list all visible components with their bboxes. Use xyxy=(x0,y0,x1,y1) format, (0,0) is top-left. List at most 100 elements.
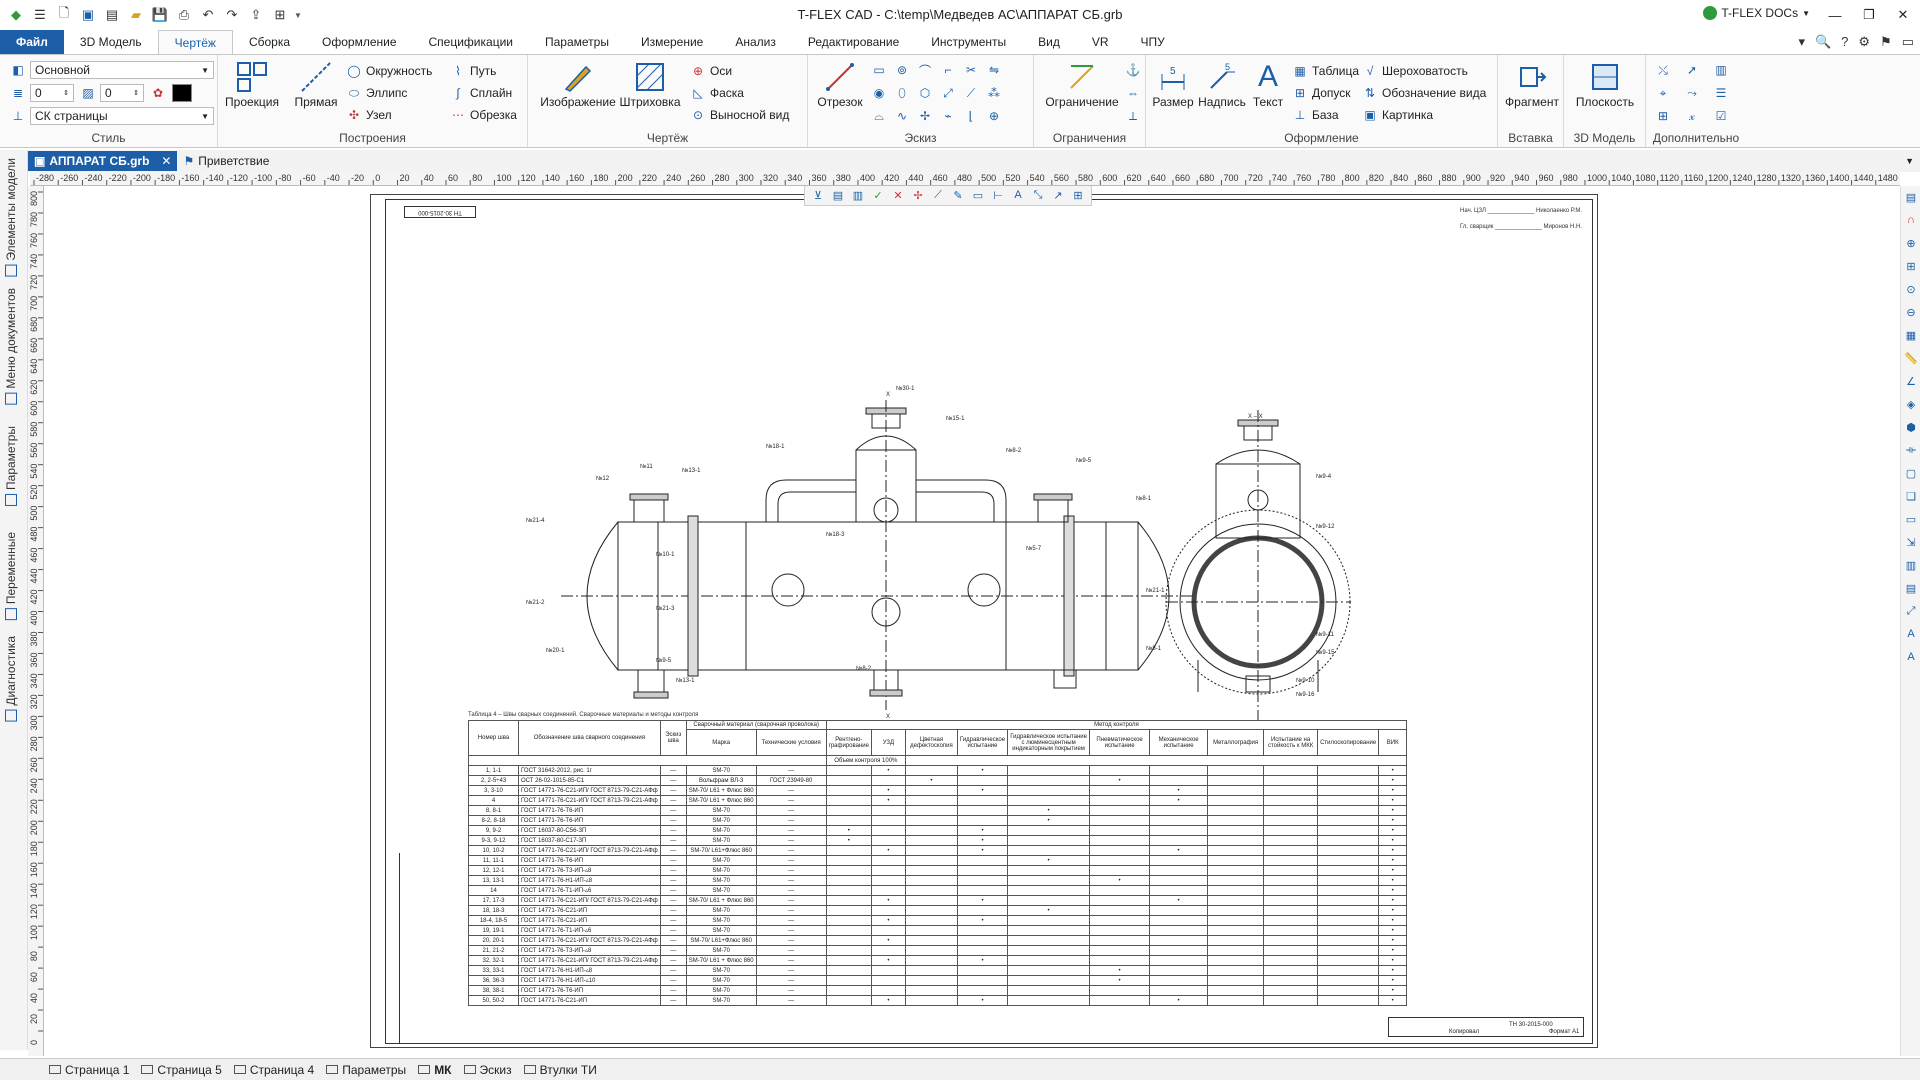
panel-tab-diagnostics[interactable]: Диагностика xyxy=(4,636,18,722)
settings-icon[interactable]: ⚙ xyxy=(1858,34,1870,50)
group-icon[interactable]: ⊞ xyxy=(1071,189,1085,202)
pen-icon[interactable]: ✎ xyxy=(951,189,965,202)
ribbon-options-icon[interactable]: ▾ xyxy=(1798,34,1805,50)
constraint-button[interactable]: Ограничение xyxy=(1040,59,1124,109)
measure-ruler-icon[interactable]: 📏 xyxy=(1902,352,1920,370)
cancel-icon[interactable]: ✕ xyxy=(891,189,905,202)
coord-system-combo[interactable]: СК страницы ▼ xyxy=(30,107,214,125)
line-button[interactable]: Прямая xyxy=(292,59,340,109)
tab-tools[interactable]: Инструменты xyxy=(915,30,1022,54)
align-icon[interactable]: ⟛ xyxy=(1902,444,1920,462)
calc-icon[interactable]: ▥ xyxy=(1712,61,1730,79)
window-icon[interactable]: ▤ xyxy=(102,5,122,25)
copy-icon[interactable]: ❏ xyxy=(1902,490,1920,508)
list-select-icon[interactable]: ▥ xyxy=(851,189,865,202)
zoom-all-icon[interactable]: ⊙ xyxy=(1902,283,1920,301)
doc-icon[interactable]: ▤ xyxy=(1902,582,1920,600)
polygon-icon[interactable]: ⬡ xyxy=(916,84,934,102)
page-tab[interactable]: Параметры xyxy=(321,1061,411,1079)
help-icon[interactable]: ? xyxy=(1841,34,1848,50)
grid-icon[interactable]: ⊞ xyxy=(1654,107,1672,125)
transform-view-icon[interactable]: ⤢ xyxy=(1902,605,1920,623)
hatch-button[interactable]: Штриховка xyxy=(620,59,681,109)
fragment-button[interactable]: Фрагмент xyxy=(1504,59,1560,109)
tab-vr[interactable]: VR xyxy=(1076,30,1125,54)
tab-cnc[interactable]: ЧПУ xyxy=(1125,30,1181,54)
circle-center-icon[interactable]: ⊚ xyxy=(893,61,911,79)
ellipse-sketch-icon[interactable]: ⬯ xyxy=(893,84,911,102)
font-icon[interactable]: A xyxy=(1902,651,1920,669)
roughness-button[interactable]: √ Шероховатость xyxy=(1362,63,1468,79)
undo-icon[interactable]: ↶ xyxy=(198,5,218,25)
tab-file[interactable]: Файл xyxy=(0,30,64,54)
page-tab[interactable]: Страница 5 xyxy=(136,1061,226,1079)
detail-view-button[interactable]: ⊙ Выносной вид xyxy=(690,107,789,123)
doc-tab-welcome[interactable]: ⚑ Приветствие xyxy=(177,151,275,171)
extend-icon[interactable]: ⤢ xyxy=(939,84,957,102)
color-palette-icon[interactable]: ✿ xyxy=(150,85,166,101)
filter-icon[interactable]: ⌖ xyxy=(1654,84,1672,102)
panel-tab-parameters[interactable]: Параметры xyxy=(4,426,18,506)
page-tab-active[interactable]: МК xyxy=(413,1061,456,1079)
mirror-icon[interactable]: ⇋ xyxy=(985,61,1003,79)
panel-tab-documents[interactable]: Меню документов xyxy=(4,288,18,405)
grid-toggle-icon[interactable]: ▦ xyxy=(1902,329,1920,347)
snap-node-icon[interactable]: ✢ xyxy=(911,189,925,202)
select-all-icon[interactable]: ▤ xyxy=(831,189,845,202)
page-tab[interactable]: Втулки ТИ xyxy=(519,1061,602,1079)
ellipse-button[interactable]: ⬭ Эллипс xyxy=(346,85,408,101)
flag-icon[interactable]: ⚑ xyxy=(1880,34,1892,50)
tab-design[interactable]: Оформление xyxy=(306,30,412,54)
restore-button[interactable]: ❐ xyxy=(1852,0,1886,30)
measure-icon[interactable]: ⊞ xyxy=(270,5,290,25)
circle-button[interactable]: ◯ Окружность xyxy=(346,63,432,79)
layout-icon[interactable]: ▭ xyxy=(1902,34,1914,50)
close-button[interactable]: ✕ xyxy=(1886,0,1920,30)
page-tab[interactable]: Страница 4 xyxy=(229,1061,319,1079)
break-icon[interactable]: ⌁ xyxy=(939,107,957,125)
arc-icon[interactable]: ⌒ xyxy=(916,61,934,79)
point-circle-icon[interactable]: ◉ xyxy=(870,84,888,102)
rectangle-icon[interactable]: ▭ xyxy=(870,61,888,79)
new-3d-icon[interactable]: ▣ xyxy=(78,5,98,25)
tab-3d-model[interactable]: 3D Модель xyxy=(64,30,158,54)
segment-button[interactable]: Отрезок xyxy=(814,59,866,109)
tab-editing[interactable]: Редактирование xyxy=(792,30,915,54)
projection-button[interactable]: Проекция xyxy=(225,59,279,109)
docs-badge[interactable]: T-FLEX DOCs ▼ xyxy=(1703,6,1810,20)
image-button[interactable]: Изображение xyxy=(540,59,616,109)
new-file-icon[interactable]: 🗋 xyxy=(54,5,74,25)
panel-tab-variables[interactable]: Переменные xyxy=(4,532,18,621)
search-icon[interactable]: 🔍 xyxy=(1815,34,1831,50)
tab-measure[interactable]: Измерение xyxy=(625,30,719,54)
axes-button[interactable]: ⊕ Оси xyxy=(690,63,732,79)
point-icon[interactable]: ✢ xyxy=(916,107,934,125)
fix-icon[interactable]: ⚓ xyxy=(1124,61,1142,79)
view-icon[interactable]: ▭ xyxy=(1902,513,1920,531)
chamfer-button[interactable]: ◺ Фаска xyxy=(690,85,744,101)
magnet-icon[interactable]: ∩ xyxy=(1902,214,1920,232)
trim-button[interactable]: ⋯ Обрезка xyxy=(450,107,517,123)
minimize-button[interactable]: — xyxy=(1818,0,1852,30)
drawing-canvas[interactable]: ТН 30-2015-000 Нач. ЦЗЛ ______________ Н… xyxy=(44,186,1900,1056)
tab-analysis[interactable]: Анализ xyxy=(719,30,792,54)
app-logo-icon[interactable]: ◆ xyxy=(6,5,26,25)
redo-icon[interactable]: ↷ xyxy=(222,5,242,25)
pattern-icon[interactable]: ⁂ xyxy=(985,84,1003,102)
tab-drawing[interactable]: Чертёж xyxy=(157,30,233,54)
page-tab[interactable]: Эскиз xyxy=(459,1061,517,1079)
stack-icon[interactable]: ▥ xyxy=(1902,559,1920,577)
text-button[interactable]: A Текст xyxy=(1250,59,1286,109)
variable-icon[interactable]: 𝓍 xyxy=(1683,107,1701,125)
view-label-button[interactable]: ⇅ Обозначение вида xyxy=(1362,85,1486,101)
page-tab[interactable]: Страница 1 xyxy=(44,1061,134,1079)
layer-combo[interactable]: Основной ▼ xyxy=(30,61,214,79)
text-snap-icon[interactable]: A xyxy=(1011,189,1025,201)
priority-spinner[interactable]: 0 ⇕ xyxy=(100,84,144,102)
spline-button[interactable]: ∫ Сплайн xyxy=(450,85,512,101)
list-icon[interactable]: ☰ xyxy=(1712,84,1730,102)
fillet-icon[interactable]: ⌐ xyxy=(939,61,957,79)
dimension-button[interactable]: 5 Размер xyxy=(1150,59,1196,109)
node-button[interactable]: ✣ Узел xyxy=(346,107,392,123)
target-icon[interactable]: ⊕ xyxy=(985,107,1003,125)
